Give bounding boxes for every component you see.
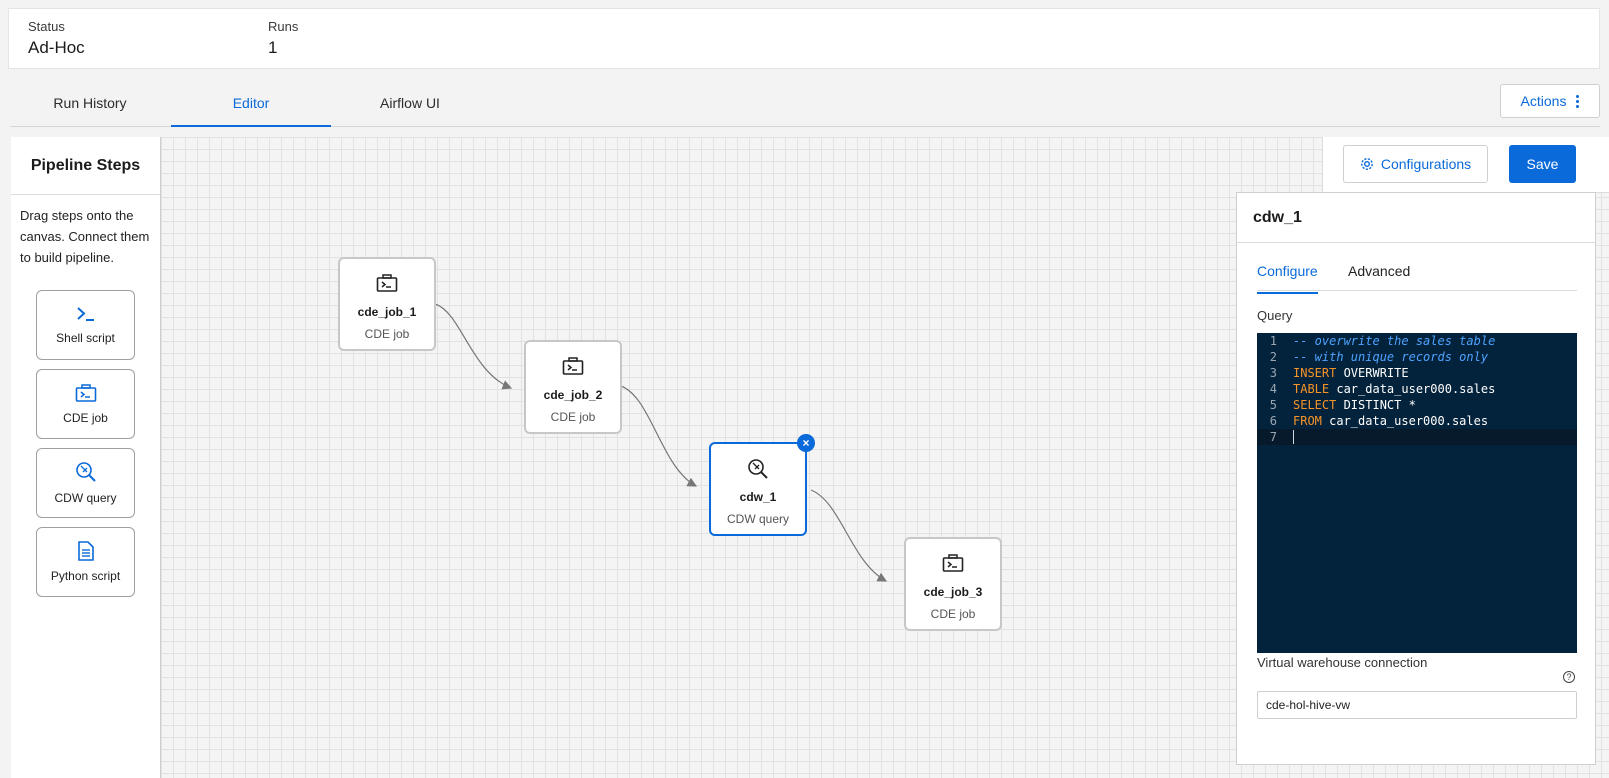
- node-type: CDE job: [550, 410, 596, 424]
- palette-help-text: Drag steps onto the canvas. Connect them…: [20, 208, 150, 265]
- node-cde-job-3[interactable]: cde_job_3 CDE job: [904, 537, 1002, 631]
- cde-job-icon: [75, 383, 97, 403]
- runs-value: 1: [268, 38, 278, 57]
- cdw-query-icon: [75, 461, 97, 483]
- main-tabs: Run History Editor Airflow UI Actions: [10, 80, 1600, 127]
- configurations-label: Configurations: [1380, 156, 1472, 172]
- code-line: 6 FROM car_data_user000.sales: [1269, 414, 1489, 428]
- code-line: 4 TABLE car_data_user000.sales: [1269, 382, 1496, 396]
- actions-label: Actions: [1520, 93, 1567, 109]
- node-name: cde_job_1: [357, 305, 417, 319]
- node-cdw-1[interactable]: × cdw_1 CDW query: [709, 434, 815, 536]
- step-label: Python script: [50, 569, 121, 583]
- node-type: CDW query: [726, 512, 789, 526]
- node-type: CDE job: [364, 327, 410, 341]
- terminal-prompt-icon: [76, 305, 96, 323]
- panel-tabs: Configure Advanced: [1257, 243, 1577, 294]
- code-line: 2 -- with unique records only: [1269, 350, 1489, 364]
- node-cde-job-2[interactable]: cde_job_2 CDE job: [524, 340, 622, 434]
- status-value: Ad-Hoc: [28, 38, 85, 57]
- code-line-current: 7: [1257, 429, 1577, 445]
- pipeline-steps-palette: Pipeline Steps Drag steps onto the canva…: [11, 137, 161, 778]
- node-name: cde_job_3: [923, 585, 983, 599]
- text-cursor: [1293, 430, 1294, 445]
- gear-icon: [1360, 157, 1374, 171]
- vw-connection-label: Virtual warehouse connection: [1257, 655, 1428, 670]
- cde-job-icon: [376, 273, 398, 295]
- document-icon: [77, 541, 95, 561]
- panel-title: cdw_1: [1237, 193, 1595, 243]
- step-label: Shell script: [56, 331, 115, 345]
- help-icon[interactable]: ?: [1563, 671, 1575, 683]
- node-type: CDE job: [930, 607, 976, 621]
- node-name: cdw_1: [739, 490, 777, 504]
- remove-node-icon[interactable]: ×: [797, 434, 815, 452]
- step-shell-script[interactable]: Shell script: [36, 290, 135, 360]
- code-line: 3 INSERT OVERWRITE: [1269, 366, 1409, 380]
- vw-connection-select[interactable]: cde-hol-hive-vw: [1257, 691, 1577, 719]
- tab-airflow-ui[interactable]: Airflow UI: [330, 80, 490, 126]
- step-label: CDE job: [63, 411, 108, 425]
- editor-toolbar: Configurations Save: [1322, 137, 1609, 193]
- cde-job-icon: [942, 553, 964, 575]
- query-editor[interactable]: 1 -- overwrite the sales table 2 -- with…: [1257, 333, 1577, 653]
- node-cde-job-1[interactable]: cde_job_1 CDE job: [338, 257, 436, 351]
- edge-cdw-1-to-cde-job-3: [810, 489, 888, 582]
- palette-title: Pipeline Steps: [11, 137, 160, 195]
- step-cde-job[interactable]: CDE job: [36, 369, 135, 439]
- step-cdw-query[interactable]: CDW query: [36, 448, 135, 518]
- configurations-button[interactable]: Configurations: [1343, 145, 1488, 183]
- edge-cde-job-1-to-cde-job-2: [434, 303, 513, 390]
- step-label: CDW query: [54, 491, 117, 505]
- query-label: Query: [1257, 308, 1293, 323]
- step-python-script[interactable]: Python script: [36, 527, 135, 597]
- code-line: 1 -- overwrite the sales table: [1269, 334, 1496, 348]
- cde-job-icon: [562, 356, 584, 378]
- node-name: cde_job_2: [543, 388, 603, 402]
- tab-editor[interactable]: Editor: [171, 80, 331, 127]
- runs-label: Runs: [268, 19, 299, 34]
- actions-button[interactable]: Actions: [1500, 84, 1600, 118]
- status-label: Status: [28, 19, 65, 34]
- save-button[interactable]: Save: [1509, 145, 1576, 183]
- status-field: Status Ad-Hoc: [28, 19, 85, 58]
- job-info-card: Status Ad-Hoc Runs 1: [8, 8, 1600, 69]
- cdw-query-icon: [747, 458, 769, 480]
- step-properties-panel: cdw_1 Configure Advanced Query 1 -- over…: [1236, 192, 1596, 765]
- code-line: 5 SELECT DISTINCT *: [1269, 398, 1416, 412]
- tab-run-history[interactable]: Run History: [10, 80, 170, 126]
- edge-cde-job-2-to-cdw-1: [620, 385, 698, 487]
- kebab-icon: [1576, 94, 1580, 108]
- tab-configure[interactable]: Configure: [1257, 263, 1318, 294]
- tab-advanced[interactable]: Advanced: [1348, 263, 1410, 292]
- runs-field: Runs 1: [268, 19, 298, 58]
